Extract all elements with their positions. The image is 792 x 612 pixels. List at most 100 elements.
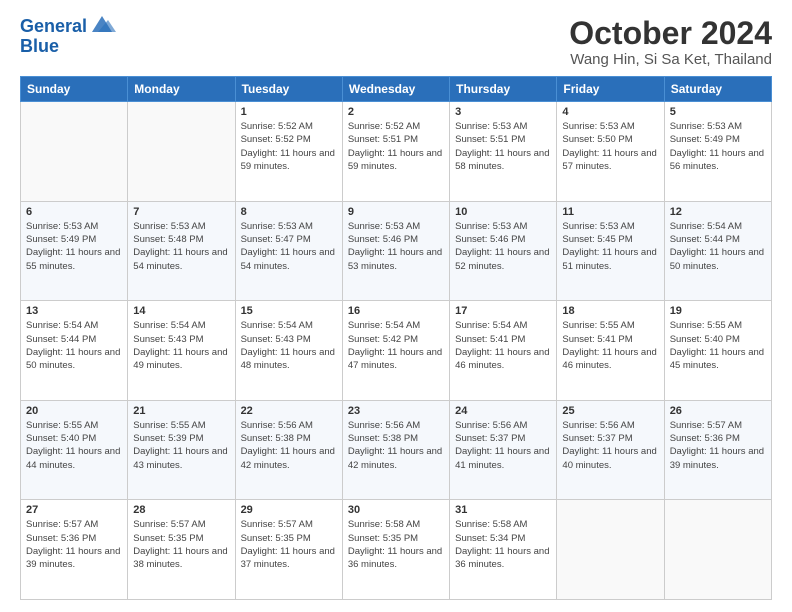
day-info: Sunrise: 5:54 AMSunset: 5:41 PMDaylight:… bbox=[455, 319, 551, 372]
table-row: 4 Sunrise: 5:53 AMSunset: 5:50 PMDaylight… bbox=[557, 102, 664, 202]
day-info: Sunrise: 5:56 AMSunset: 5:37 PMDaylight:… bbox=[455, 419, 551, 472]
table-row: 31 Sunrise: 5:58 AMSunset: 5:34 PMDayligh… bbox=[450, 500, 557, 600]
table-row: 22 Sunrise: 5:56 AMSunset: 5:38 PMDayligh… bbox=[235, 400, 342, 500]
calendar-table: Sunday Monday Tuesday Wednesday Thursday… bbox=[20, 76, 772, 600]
day-info: Sunrise: 5:52 AMSunset: 5:52 PMDaylight:… bbox=[241, 120, 337, 173]
day-info: Sunrise: 5:54 AMSunset: 5:42 PMDaylight:… bbox=[348, 319, 444, 372]
table-row: 29Sunrise: 5:57 AMSunset: 5:35 PMDayligh… bbox=[235, 500, 342, 600]
day-info: Sunrise: 5:52 AMSunset: 5:51 PMDaylight:… bbox=[348, 120, 444, 173]
table-row: 26 Sunrise: 5:57 AMSunset: 5:36 PMDayligh… bbox=[664, 400, 771, 500]
day-info: Sunrise: 5:53 AMSunset: 5:47 PMDaylight:… bbox=[241, 220, 337, 273]
day-number: 24 bbox=[455, 405, 551, 417]
table-row bbox=[21, 102, 128, 202]
table-row: 8 Sunrise: 5:53 AMSunset: 5:47 PMDaylight… bbox=[235, 201, 342, 301]
day-info: Sunrise: 5:57 AMSunset: 5:36 PMDaylight:… bbox=[26, 518, 122, 571]
location-text: Wang Hin, Si Sa Ket, Thailand bbox=[569, 51, 772, 68]
day-info: Sunrise: 5:55 AMSunset: 5:40 PMDaylight:… bbox=[26, 419, 122, 472]
col-saturday: Saturday bbox=[664, 77, 771, 102]
table-row: 13 Sunrise: 5:54 AMSunset: 5:44 PMDayligh… bbox=[21, 301, 128, 401]
day-number: 6 bbox=[26, 206, 122, 218]
day-number: 30 bbox=[348, 504, 444, 516]
day-number: 1 bbox=[241, 106, 337, 118]
day-info: Sunrise: 5:54 AMSunset: 5:43 PMDaylight:… bbox=[133, 319, 229, 372]
day-number: 5 bbox=[670, 106, 766, 118]
table-row: 10Sunrise: 5:53 AMSunset: 5:46 PMDayligh… bbox=[450, 201, 557, 301]
logo-icon bbox=[88, 14, 116, 36]
day-info: Sunrise: 5:55 AMSunset: 5:41 PMDaylight:… bbox=[562, 319, 658, 372]
table-row: 17 Sunrise: 5:54 AMSunset: 5:41 PMDayligh… bbox=[450, 301, 557, 401]
day-info: Sunrise: 5:55 AMSunset: 5:40 PMDaylight:… bbox=[670, 319, 766, 372]
day-info: Sunrise: 5:57 AMSunset: 5:35 PMDaylight:… bbox=[133, 518, 229, 571]
day-number: 16 bbox=[348, 305, 444, 317]
header-row: Sunday Monday Tuesday Wednesday Thursday… bbox=[21, 77, 772, 102]
day-info: Sunrise: 5:56 AMSunset: 5:38 PMDaylight:… bbox=[348, 419, 444, 472]
day-info: Sunrise: 5:53 AMSunset: 5:48 PMDaylight:… bbox=[133, 220, 229, 273]
day-info: Sunrise: 5:55 AMSunset: 5:39 PMDaylight:… bbox=[133, 419, 229, 472]
table-row: 18Sunrise: 5:55 AMSunset: 5:41 PMDayligh… bbox=[557, 301, 664, 401]
day-number: 15 bbox=[241, 305, 337, 317]
table-row: 14 Sunrise: 5:54 AMSunset: 5:43 PMDayligh… bbox=[128, 301, 235, 401]
table-row: 11 Sunrise: 5:53 AMSunset: 5:45 PMDayligh… bbox=[557, 201, 664, 301]
table-row: 21 Sunrise: 5:55 AMSunset: 5:39 PMDayligh… bbox=[128, 400, 235, 500]
day-number: 14 bbox=[133, 305, 229, 317]
logo: General Blue bbox=[20, 16, 116, 56]
day-info: Sunrise: 5:56 AMSunset: 5:38 PMDaylight:… bbox=[241, 419, 337, 472]
day-info: Sunrise: 5:53 AMSunset: 5:50 PMDaylight:… bbox=[562, 120, 658, 173]
day-number: 21 bbox=[133, 405, 229, 417]
day-info: Sunrise: 5:53 AMSunset: 5:46 PMDaylight:… bbox=[455, 220, 551, 273]
table-row: 27 Sunrise: 5:57 AMSunset: 5:36 PMDayligh… bbox=[21, 500, 128, 600]
table-row: 15 Sunrise: 5:54 AMSunset: 5:43 PMDayligh… bbox=[235, 301, 342, 401]
table-row: 1 Sunrise: 5:52 AMSunset: 5:52 PMDaylight… bbox=[235, 102, 342, 202]
table-row: 20Sunrise: 5:55 AMSunset: 5:40 PMDayligh… bbox=[21, 400, 128, 500]
day-number: 31 bbox=[455, 504, 551, 516]
day-number: 2 bbox=[348, 106, 444, 118]
table-row: 3Sunrise: 5:53 AMSunset: 5:51 PMDaylight… bbox=[450, 102, 557, 202]
day-number: 26 bbox=[670, 405, 766, 417]
table-row: 2 Sunrise: 5:52 AMSunset: 5:51 PMDaylight… bbox=[342, 102, 449, 202]
table-row bbox=[664, 500, 771, 600]
day-number: 23 bbox=[348, 405, 444, 417]
col-tuesday: Tuesday bbox=[235, 77, 342, 102]
day-info: Sunrise: 5:53 AMSunset: 5:45 PMDaylight:… bbox=[562, 220, 658, 273]
day-number: 22 bbox=[241, 405, 337, 417]
logo-blue-text: Blue bbox=[20, 37, 116, 57]
day-number: 27 bbox=[26, 504, 122, 516]
table-row: 12 Sunrise: 5:54 AMSunset: 5:44 PMDayligh… bbox=[664, 201, 771, 301]
day-number: 13 bbox=[26, 305, 122, 317]
day-number: 12 bbox=[670, 206, 766, 218]
day-number: 28 bbox=[133, 504, 229, 516]
table-row: 24 Sunrise: 5:56 AMSunset: 5:37 PMDayligh… bbox=[450, 400, 557, 500]
day-number: 29 bbox=[241, 504, 337, 516]
day-info: Sunrise: 5:54 AMSunset: 5:44 PMDaylight:… bbox=[670, 220, 766, 273]
day-number: 25 bbox=[562, 405, 658, 417]
col-thursday: Thursday bbox=[450, 77, 557, 102]
day-info: Sunrise: 5:53 AMSunset: 5:51 PMDaylight:… bbox=[455, 120, 551, 173]
table-row bbox=[128, 102, 235, 202]
day-number: 7 bbox=[133, 206, 229, 218]
day-info: Sunrise: 5:54 AMSunset: 5:43 PMDaylight:… bbox=[241, 319, 337, 372]
day-info: Sunrise: 5:57 AMSunset: 5:36 PMDaylight:… bbox=[670, 419, 766, 472]
calendar-page: General Blue October 2024 Wang Hin, Si S… bbox=[0, 0, 792, 612]
table-row: 19Sunrise: 5:55 AMSunset: 5:40 PMDayligh… bbox=[664, 301, 771, 401]
col-wednesday: Wednesday bbox=[342, 77, 449, 102]
month-title: October 2024 bbox=[569, 16, 772, 51]
day-info: Sunrise: 5:58 AMSunset: 5:34 PMDaylight:… bbox=[455, 518, 551, 571]
table-row: 30Sunrise: 5:58 AMSunset: 5:35 PMDayligh… bbox=[342, 500, 449, 600]
day-info: Sunrise: 5:53 AMSunset: 5:49 PMDaylight:… bbox=[670, 120, 766, 173]
col-sunday: Sunday bbox=[21, 77, 128, 102]
table-row: 28 Sunrise: 5:57 AMSunset: 5:35 PMDayligh… bbox=[128, 500, 235, 600]
table-row bbox=[557, 500, 664, 600]
day-info: Sunrise: 5:53 AMSunset: 5:49 PMDaylight:… bbox=[26, 220, 122, 273]
day-number: 9 bbox=[348, 206, 444, 218]
title-block: October 2024 Wang Hin, Si Sa Ket, Thaila… bbox=[569, 16, 772, 68]
table-row: 25 Sunrise: 5:56 AMSunset: 5:37 PMDayligh… bbox=[557, 400, 664, 500]
day-info: Sunrise: 5:56 AMSunset: 5:37 PMDaylight:… bbox=[562, 419, 658, 472]
day-number: 4 bbox=[562, 106, 658, 118]
table-row: 16 Sunrise: 5:54 AMSunset: 5:42 PMDayligh… bbox=[342, 301, 449, 401]
day-number: 8 bbox=[241, 206, 337, 218]
day-number: 11 bbox=[562, 206, 658, 218]
day-info: Sunrise: 5:54 AMSunset: 5:44 PMDaylight:… bbox=[26, 319, 122, 372]
table-row: 5 Sunrise: 5:53 AMSunset: 5:49 PMDaylight… bbox=[664, 102, 771, 202]
table-row: 6 Sunrise: 5:53 AMSunset: 5:49 PMDaylight… bbox=[21, 201, 128, 301]
day-number: 17 bbox=[455, 305, 551, 317]
